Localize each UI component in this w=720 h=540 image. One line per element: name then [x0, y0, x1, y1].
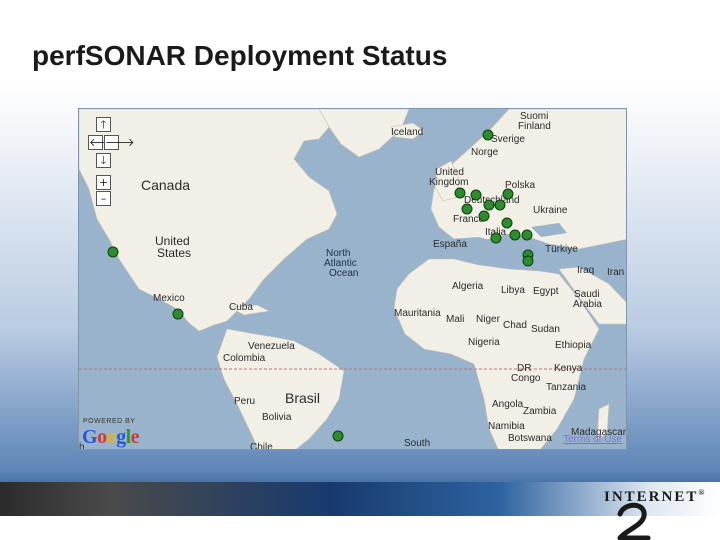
- label-chile: Chile: [250, 442, 273, 450]
- world-map[interactable]: Suomi Finland Iceland Sverige Norge Unit…: [78, 108, 627, 450]
- slide-title: perfSONAR Deployment Status: [32, 40, 448, 71]
- google-logo[interactable]: Google: [82, 426, 140, 449]
- label-finland: Finland: [518, 121, 551, 132]
- label-algeria: Algeria: [452, 281, 484, 292]
- label-ukraine: Ukraine: [533, 205, 568, 216]
- label-botswana: Botswana: [508, 433, 552, 444]
- marker-uk-2[interactable]: [470, 189, 482, 201]
- marker-france[interactable]: [478, 210, 490, 222]
- label-peru: Peru: [234, 396, 256, 407]
- internet2-logo-reg: ®: [698, 488, 707, 497]
- label-canada: Canada: [141, 177, 191, 193]
- label-egypt: Egypt: [533, 286, 559, 297]
- google-logo-letter: e: [130, 426, 140, 448]
- pan-up-button[interactable]: 🡑: [96, 117, 111, 132]
- google-logo-letter: o: [106, 426, 117, 448]
- label-colombia: Colombia: [223, 353, 266, 364]
- label-congo: Congo: [511, 373, 541, 384]
- google-logo-letter: o: [97, 426, 107, 448]
- label-turkiye: Türkiye: [545, 244, 578, 255]
- label-bolivia: Bolivia: [262, 412, 292, 423]
- label-ethiopia: Ethiopia: [555, 340, 592, 351]
- marker-sweden[interactable]: [482, 129, 494, 141]
- powered-by-label: POWERED BY: [83, 418, 136, 425]
- label-chad: Chad: [503, 320, 527, 331]
- label-nigeria: Nigeria: [468, 337, 500, 348]
- pan-down-button[interactable]: 🡓: [96, 153, 111, 168]
- label-namibia: Namibia: [488, 421, 525, 432]
- label-kenya: Kenya: [554, 363, 583, 374]
- marker-germany-3[interactable]: [494, 199, 506, 211]
- label-arabia: Arabia: [573, 299, 602, 310]
- marker-california[interactable]: [107, 246, 119, 258]
- marker-poland[interactable]: [502, 188, 514, 200]
- marker-italy[interactable]: [490, 232, 502, 244]
- pan-left-button[interactable]: 🡐: [88, 135, 119, 150]
- marker-uk-1[interactable]: [454, 187, 466, 199]
- label-sudan: Sudan: [531, 324, 560, 335]
- label-tanzania: Tanzania: [546, 382, 587, 393]
- marker-croatia[interactable]: [509, 229, 521, 241]
- zoom-out-button[interactable]: –: [96, 191, 111, 206]
- label-south: South: [404, 438, 431, 449]
- zoom-in-button[interactable]: +: [96, 175, 111, 190]
- marker-germany-1[interactable]: [461, 203, 473, 215]
- label-ocean: Ocean: [329, 268, 359, 279]
- label-mexico: Mexico: [153, 293, 185, 304]
- label-zambia: Zambia: [523, 406, 557, 417]
- label-united-states-2: States: [157, 246, 192, 260]
- label-brasil: Brasil: [285, 390, 321, 406]
- marker-balkans[interactable]: [521, 229, 533, 241]
- label-iraq: Iraq: [577, 265, 595, 276]
- google-logo-letter: g: [116, 426, 126, 448]
- map-basemap: [79, 109, 626, 449]
- google-logo-letter: G: [82, 426, 98, 448]
- label-cuba: Cuba: [229, 302, 253, 313]
- marker-central-america[interactable]: [172, 308, 184, 320]
- label-iran: Iran: [607, 267, 625, 278]
- label-libya: Libya: [501, 285, 525, 296]
- label-united-kingdom-2: Kingdom: [429, 177, 469, 188]
- label-iceland: Iceland: [391, 127, 424, 138]
- terms-of-use-link[interactable]: Terms of Use: [563, 434, 622, 445]
- label-sverige: Sverige: [491, 134, 525, 145]
- marker-brazil[interactable]: [332, 430, 344, 442]
- marker-greece-2[interactable]: [522, 255, 534, 267]
- marker-germany-2[interactable]: [483, 199, 495, 211]
- pan-right-button[interactable]: 🡒: [104, 135, 135, 150]
- label-mali: Mali: [446, 314, 465, 325]
- label-espana: España: [433, 239, 467, 250]
- label-norge: Norge: [471, 147, 499, 158]
- label-niger: Niger: [476, 314, 500, 325]
- footer-white-band: [0, 516, 720, 540]
- marker-switzerland[interactable]: [501, 217, 513, 229]
- label-venezuela: Venezuela: [248, 341, 295, 352]
- label-angola: Angola: [492, 399, 524, 410]
- label-mauritania: Mauritania: [394, 308, 441, 319]
- internet2-two-mark-icon: [617, 502, 651, 540]
